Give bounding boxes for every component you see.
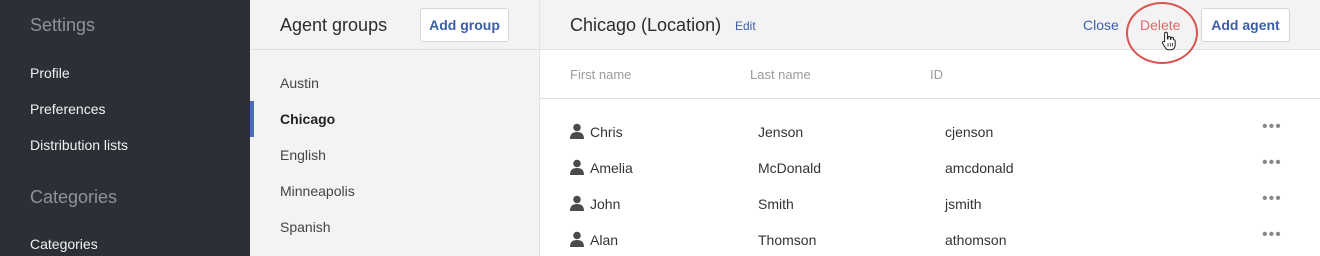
more-options-icon[interactable]: •••	[1262, 191, 1282, 209]
edit-link[interactable]: Edit	[735, 19, 756, 33]
close-button[interactable]: Close	[1083, 17, 1119, 33]
table-row[interactable]: Amelia McDonald amcdonald •••	[540, 151, 1320, 187]
agent-groups-panel: Agent groups Add group Austin Chicago En…	[250, 0, 540, 256]
add-group-button[interactable]: Add group	[420, 8, 509, 42]
table-header: First name Last name ID	[540, 50, 1320, 99]
person-icon	[570, 231, 584, 247]
more-options-icon[interactable]: •••	[1262, 227, 1282, 245]
table-row[interactable]: Chris Jenson cjenson •••	[540, 115, 1320, 151]
group-item-spanish[interactable]: Spanish	[280, 219, 331, 235]
sidebar-item-distribution-lists[interactable]: Distribution lists	[30, 137, 128, 153]
agent-last-name: Jenson	[758, 124, 804, 140]
agent-groups-header: Agent groups Add group	[250, 0, 540, 50]
hand-pointer-icon	[1161, 31, 1176, 51]
agent-first-name: Amelia	[590, 160, 633, 176]
settings-sidebar: Settings Profile Preferences Distributio…	[0, 0, 250, 256]
sidebar-item-preferences[interactable]: Preferences	[30, 101, 105, 117]
agent-last-name: Smith	[758, 196, 794, 212]
group-item-english[interactable]: English	[280, 147, 326, 163]
agent-first-name: John	[590, 196, 621, 212]
column-header-first-name[interactable]: First name	[570, 67, 631, 82]
agent-first-name: Alan	[590, 232, 619, 248]
agent-id: amcdonald	[945, 160, 1014, 176]
sidebar-item-categories[interactable]: Categories	[30, 236, 98, 252]
group-item-austin[interactable]: Austin	[280, 75, 319, 91]
agent-last-name: Thomson	[758, 232, 817, 248]
agent-groups-title: Agent groups	[280, 15, 388, 35]
column-header-last-name[interactable]: Last name	[750, 67, 811, 82]
group-detail-panel: Chicago (Location) Edit Close Delete Add…	[540, 0, 1320, 256]
page-title: Chicago (Location)	[570, 15, 722, 35]
table-row[interactable]: Alan Thomson athomson •••	[540, 223, 1320, 256]
more-options-icon[interactable]: •••	[1262, 119, 1282, 137]
add-agent-button[interactable]: Add agent	[1201, 8, 1290, 42]
group-detail-header: Chicago (Location) Edit Close Delete Add…	[540, 0, 1320, 50]
agent-first-name: Chris	[590, 124, 623, 140]
column-header-id[interactable]: ID	[930, 67, 943, 82]
agent-last-name: McDonald	[758, 160, 822, 176]
agent-id: athomson	[945, 232, 1007, 248]
person-icon	[570, 195, 584, 211]
agent-id: cjenson	[945, 124, 994, 140]
agent-id: jsmith	[945, 196, 982, 212]
sidebar-item-profile[interactable]: Profile	[30, 65, 70, 81]
active-group-indicator	[250, 101, 254, 137]
table-row[interactable]: John Smith jsmith •••	[540, 187, 1320, 223]
group-item-minneapolis[interactable]: Minneapolis	[280, 183, 355, 199]
group-item-chicago[interactable]: Chicago	[280, 111, 335, 127]
person-icon	[570, 159, 584, 175]
more-options-icon[interactable]: •••	[1262, 155, 1282, 173]
categories-heading: Categories	[30, 187, 118, 207]
settings-heading: Settings	[30, 15, 96, 35]
person-icon	[570, 123, 584, 139]
